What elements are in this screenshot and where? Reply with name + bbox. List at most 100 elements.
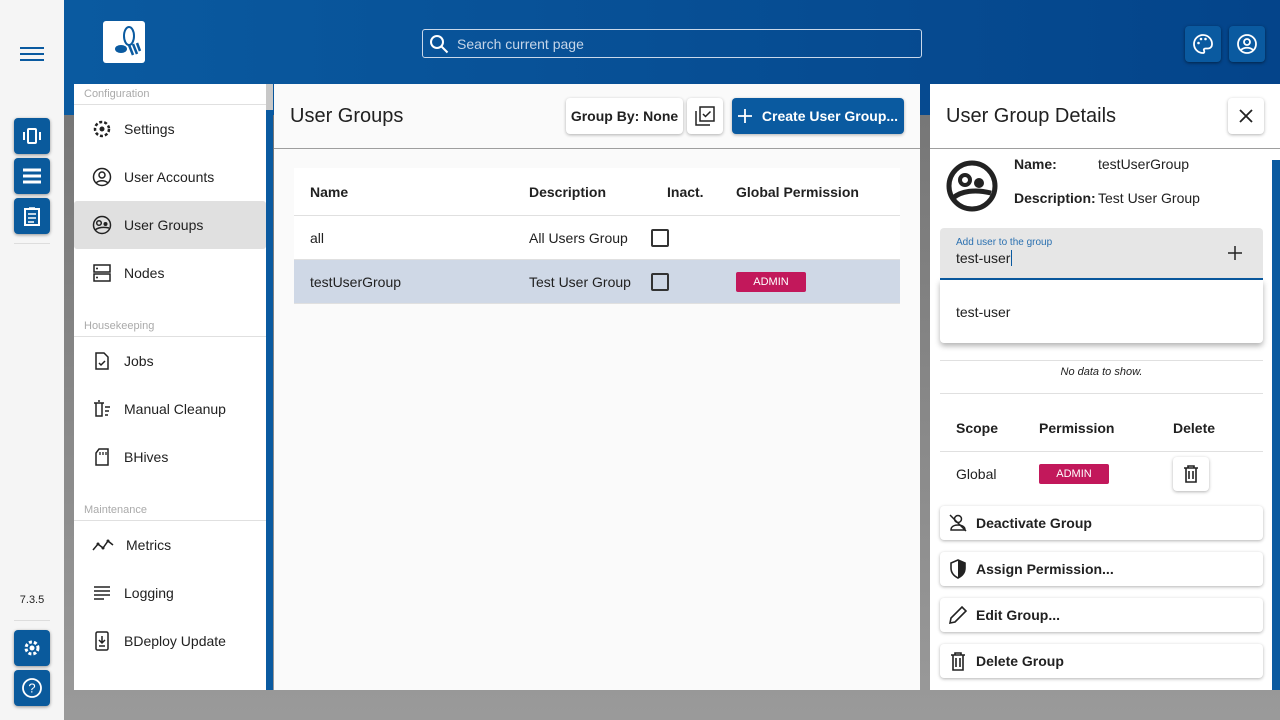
sidebar-scrollbar[interactable] xyxy=(266,84,273,690)
permissions-header: Scope Permission Delete xyxy=(940,404,1263,452)
col-description[interactable]: Description xyxy=(529,184,651,200)
details-scrollbar[interactable] xyxy=(1272,160,1280,690)
help-icon: ? xyxy=(22,678,42,698)
divider xyxy=(14,243,50,244)
details-panel: User Group Details Name: testUserGroup D… xyxy=(930,84,1280,690)
sidebar-item-label: Logging xyxy=(124,585,174,601)
description-label: Description: xyxy=(1014,190,1096,206)
servers-button[interactable] xyxy=(14,158,50,194)
members-empty: No data to show. xyxy=(940,360,1263,394)
col-global-permission[interactable]: Global Permission xyxy=(736,184,900,200)
delete-permission-button[interactable] xyxy=(1173,457,1209,491)
permission-row: Global ADMIN xyxy=(940,452,1263,496)
delete-group-button[interactable]: Delete Group xyxy=(940,644,1263,678)
cell-inactive xyxy=(651,228,736,247)
create-user-group-button[interactable]: Create User Group... xyxy=(732,98,904,134)
deactivate-group-button[interactable]: Deactivate Group xyxy=(940,506,1263,540)
add-user-value: test-user xyxy=(956,250,1013,266)
checkbox xyxy=(651,228,669,247)
sidebar-item-settings[interactable]: Settings xyxy=(74,105,266,153)
sidebar-item-manual-cleanup[interactable]: Manual Cleanup xyxy=(74,385,266,433)
trash-icon xyxy=(951,652,965,671)
search-input[interactable]: Search current page xyxy=(422,29,922,58)
account-circle-icon xyxy=(92,167,112,187)
col-inactive[interactable]: Inact. xyxy=(651,184,736,200)
user-button[interactable] xyxy=(1229,26,1265,62)
bulk-select-button[interactable] xyxy=(687,98,723,134)
permission-badge: ADMIN xyxy=(736,271,806,292)
action-label: Delete Group xyxy=(976,653,1064,669)
sidebar-item-nodes[interactable]: Nodes xyxy=(74,249,266,297)
page-title: User Groups xyxy=(290,105,404,127)
gear-icon xyxy=(93,120,111,138)
sidebar-item-jobs[interactable]: Jobs xyxy=(74,337,266,385)
user-groups-table: Name Description Inact. Global Permissio… xyxy=(294,168,900,304)
admin-sidebar: Configuration Settings User Accounts Use… xyxy=(74,84,266,690)
checkbox xyxy=(651,272,669,291)
sidebar-item-logging[interactable]: Logging xyxy=(74,569,266,617)
cell-name: all xyxy=(310,229,325,246)
left-rail: 7.3.5 ? xyxy=(0,0,64,720)
gear-icon xyxy=(24,640,40,656)
table-row[interactable]: all All Users Group xyxy=(294,216,900,260)
server-icon xyxy=(93,264,111,282)
add-user-input[interactable]: Add user to the group test-user xyxy=(940,228,1263,280)
svg-text:?: ? xyxy=(28,681,35,696)
sidebar-item-user-accounts[interactable]: User Accounts xyxy=(74,153,266,201)
sidebar-item-label: Nodes xyxy=(124,265,165,281)
sidebar-item-label: Settings xyxy=(124,121,175,137)
admin-settings-button[interactable] xyxy=(14,630,50,666)
section-housekeeping: Housekeeping xyxy=(74,316,266,337)
plus-icon[interactable] xyxy=(1228,246,1242,260)
group-icon xyxy=(946,160,998,212)
sidebar-item-bhives[interactable]: BHives xyxy=(74,433,266,481)
sidebar-item-user-groups[interactable]: User Groups xyxy=(74,201,266,249)
sidebar-item-label: BHives xyxy=(124,449,169,465)
name-value: testUserGroup xyxy=(1098,156,1190,172)
cell-description: Test User Group xyxy=(529,273,631,290)
section-maintenance: Maintenance xyxy=(74,500,266,521)
sidebar-item-label: Metrics xyxy=(126,537,172,553)
search-icon xyxy=(430,34,449,53)
table-row[interactable]: testUserGroup Test User Group ADMIN xyxy=(294,260,900,304)
bdeploy-logo[interactable] xyxy=(103,21,145,63)
cell-permission: ADMIN xyxy=(736,271,900,292)
col-name[interactable]: Name xyxy=(294,184,529,200)
autocomplete-option[interactable]: test-user xyxy=(940,280,1263,343)
close-icon xyxy=(1239,109,1253,123)
create-label: Create User Group... xyxy=(761,108,899,124)
cell-description: All Users Group xyxy=(529,229,628,246)
update-icon xyxy=(95,631,109,651)
sidebar-item-label: Jobs xyxy=(124,353,154,369)
assign-permission-button[interactable]: Assign Permission... xyxy=(940,552,1263,586)
cell-name: testUserGroup xyxy=(310,273,402,290)
cell-inactive xyxy=(651,272,736,291)
palette-icon xyxy=(1193,34,1213,54)
sidebar-item-bdeploy-update[interactable]: BDeploy Update xyxy=(74,617,266,665)
plus-icon xyxy=(737,109,752,123)
permission-badge: ADMIN xyxy=(1039,464,1109,484)
group-by-button[interactable]: Group By: None xyxy=(566,98,683,134)
help-button[interactable]: ? xyxy=(14,670,50,706)
theme-button[interactable] xyxy=(1185,26,1221,62)
close-button[interactable] xyxy=(1228,98,1264,134)
table-header: Name Description Inact. Global Permissio… xyxy=(294,168,900,216)
edit-group-button[interactable]: Edit Group... xyxy=(940,598,1263,632)
main-panel: User Groups Group By: None Create User G… xyxy=(274,84,920,690)
sidebar-item-label: User Groups xyxy=(124,217,204,233)
menu-icon[interactable] xyxy=(20,46,44,62)
reports-button[interactable] xyxy=(14,198,50,234)
list-icon xyxy=(23,168,41,184)
col-scope: Scope xyxy=(956,419,999,436)
col-permission: Permission xyxy=(1039,419,1115,436)
task-file-icon xyxy=(95,352,109,370)
trash-icon xyxy=(1184,465,1198,483)
col-delete: Delete xyxy=(1173,419,1216,436)
sidebar-item-metrics[interactable]: Metrics xyxy=(74,521,266,569)
add-user-label: Add user to the group xyxy=(956,237,1053,248)
sidebar-item-label: User Accounts xyxy=(124,169,215,185)
sidebar-item-label: Manual Cleanup xyxy=(124,401,226,417)
cleanup-icon xyxy=(94,400,110,417)
pencil-icon xyxy=(948,605,968,625)
instances-button[interactable] xyxy=(14,118,50,154)
